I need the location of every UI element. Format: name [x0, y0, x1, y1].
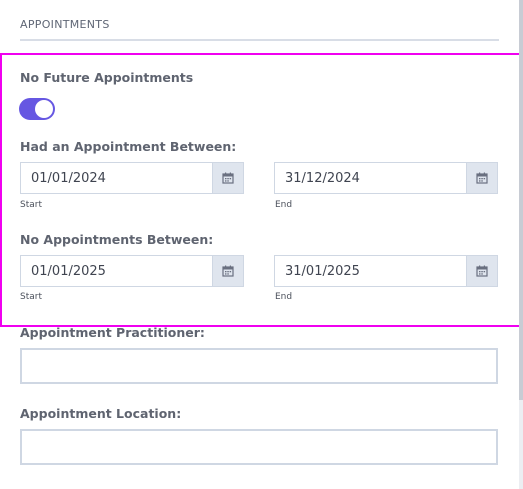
no-between-label: No Appointments Between:	[20, 232, 214, 247]
no-end-date-input[interactable]	[275, 256, 466, 286]
location-input[interactable]	[22, 431, 496, 463]
section-divider	[20, 39, 499, 41]
location-label: Appointment Location:	[20, 406, 182, 421]
had-between-label: Had an Appointment Between:	[20, 139, 237, 154]
no-end-calendar-button[interactable]	[466, 256, 497, 286]
had-start-label: Start	[20, 200, 42, 210]
had-end-calendar-button[interactable]	[466, 163, 497, 193]
calendar-icon	[222, 265, 234, 277]
practitioner-label: Appointment Practitioner:	[20, 325, 205, 340]
had-end-date-input[interactable]	[275, 163, 466, 193]
no-future-toggle[interactable]	[19, 98, 55, 120]
section-heading: APPOINTMENTS	[20, 18, 110, 31]
had-start-date-input[interactable]	[21, 163, 212, 193]
had-start-calendar-button[interactable]	[212, 163, 243, 193]
no-end-label: End	[275, 292, 293, 302]
no-start-date-input[interactable]	[21, 256, 212, 286]
had-start-date-field	[20, 162, 244, 194]
calendar-icon	[222, 172, 234, 184]
calendar-icon	[476, 172, 488, 184]
had-end-date-field	[274, 162, 498, 194]
no-start-date-field	[20, 255, 244, 287]
location-field	[20, 429, 498, 465]
no-end-date-field	[274, 255, 498, 287]
practitioner-input[interactable]	[22, 350, 496, 382]
scrollbar-thumb[interactable]	[519, 0, 523, 400]
had-end-label: End	[275, 200, 293, 210]
practitioner-field	[20, 348, 498, 384]
scrollbar[interactable]	[519, 0, 523, 489]
calendar-icon	[476, 265, 488, 277]
no-start-calendar-button[interactable]	[212, 256, 243, 286]
no-future-label: No Future Appointments	[20, 70, 194, 85]
no-start-label: Start	[20, 292, 42, 302]
toggle-knob	[35, 100, 53, 118]
